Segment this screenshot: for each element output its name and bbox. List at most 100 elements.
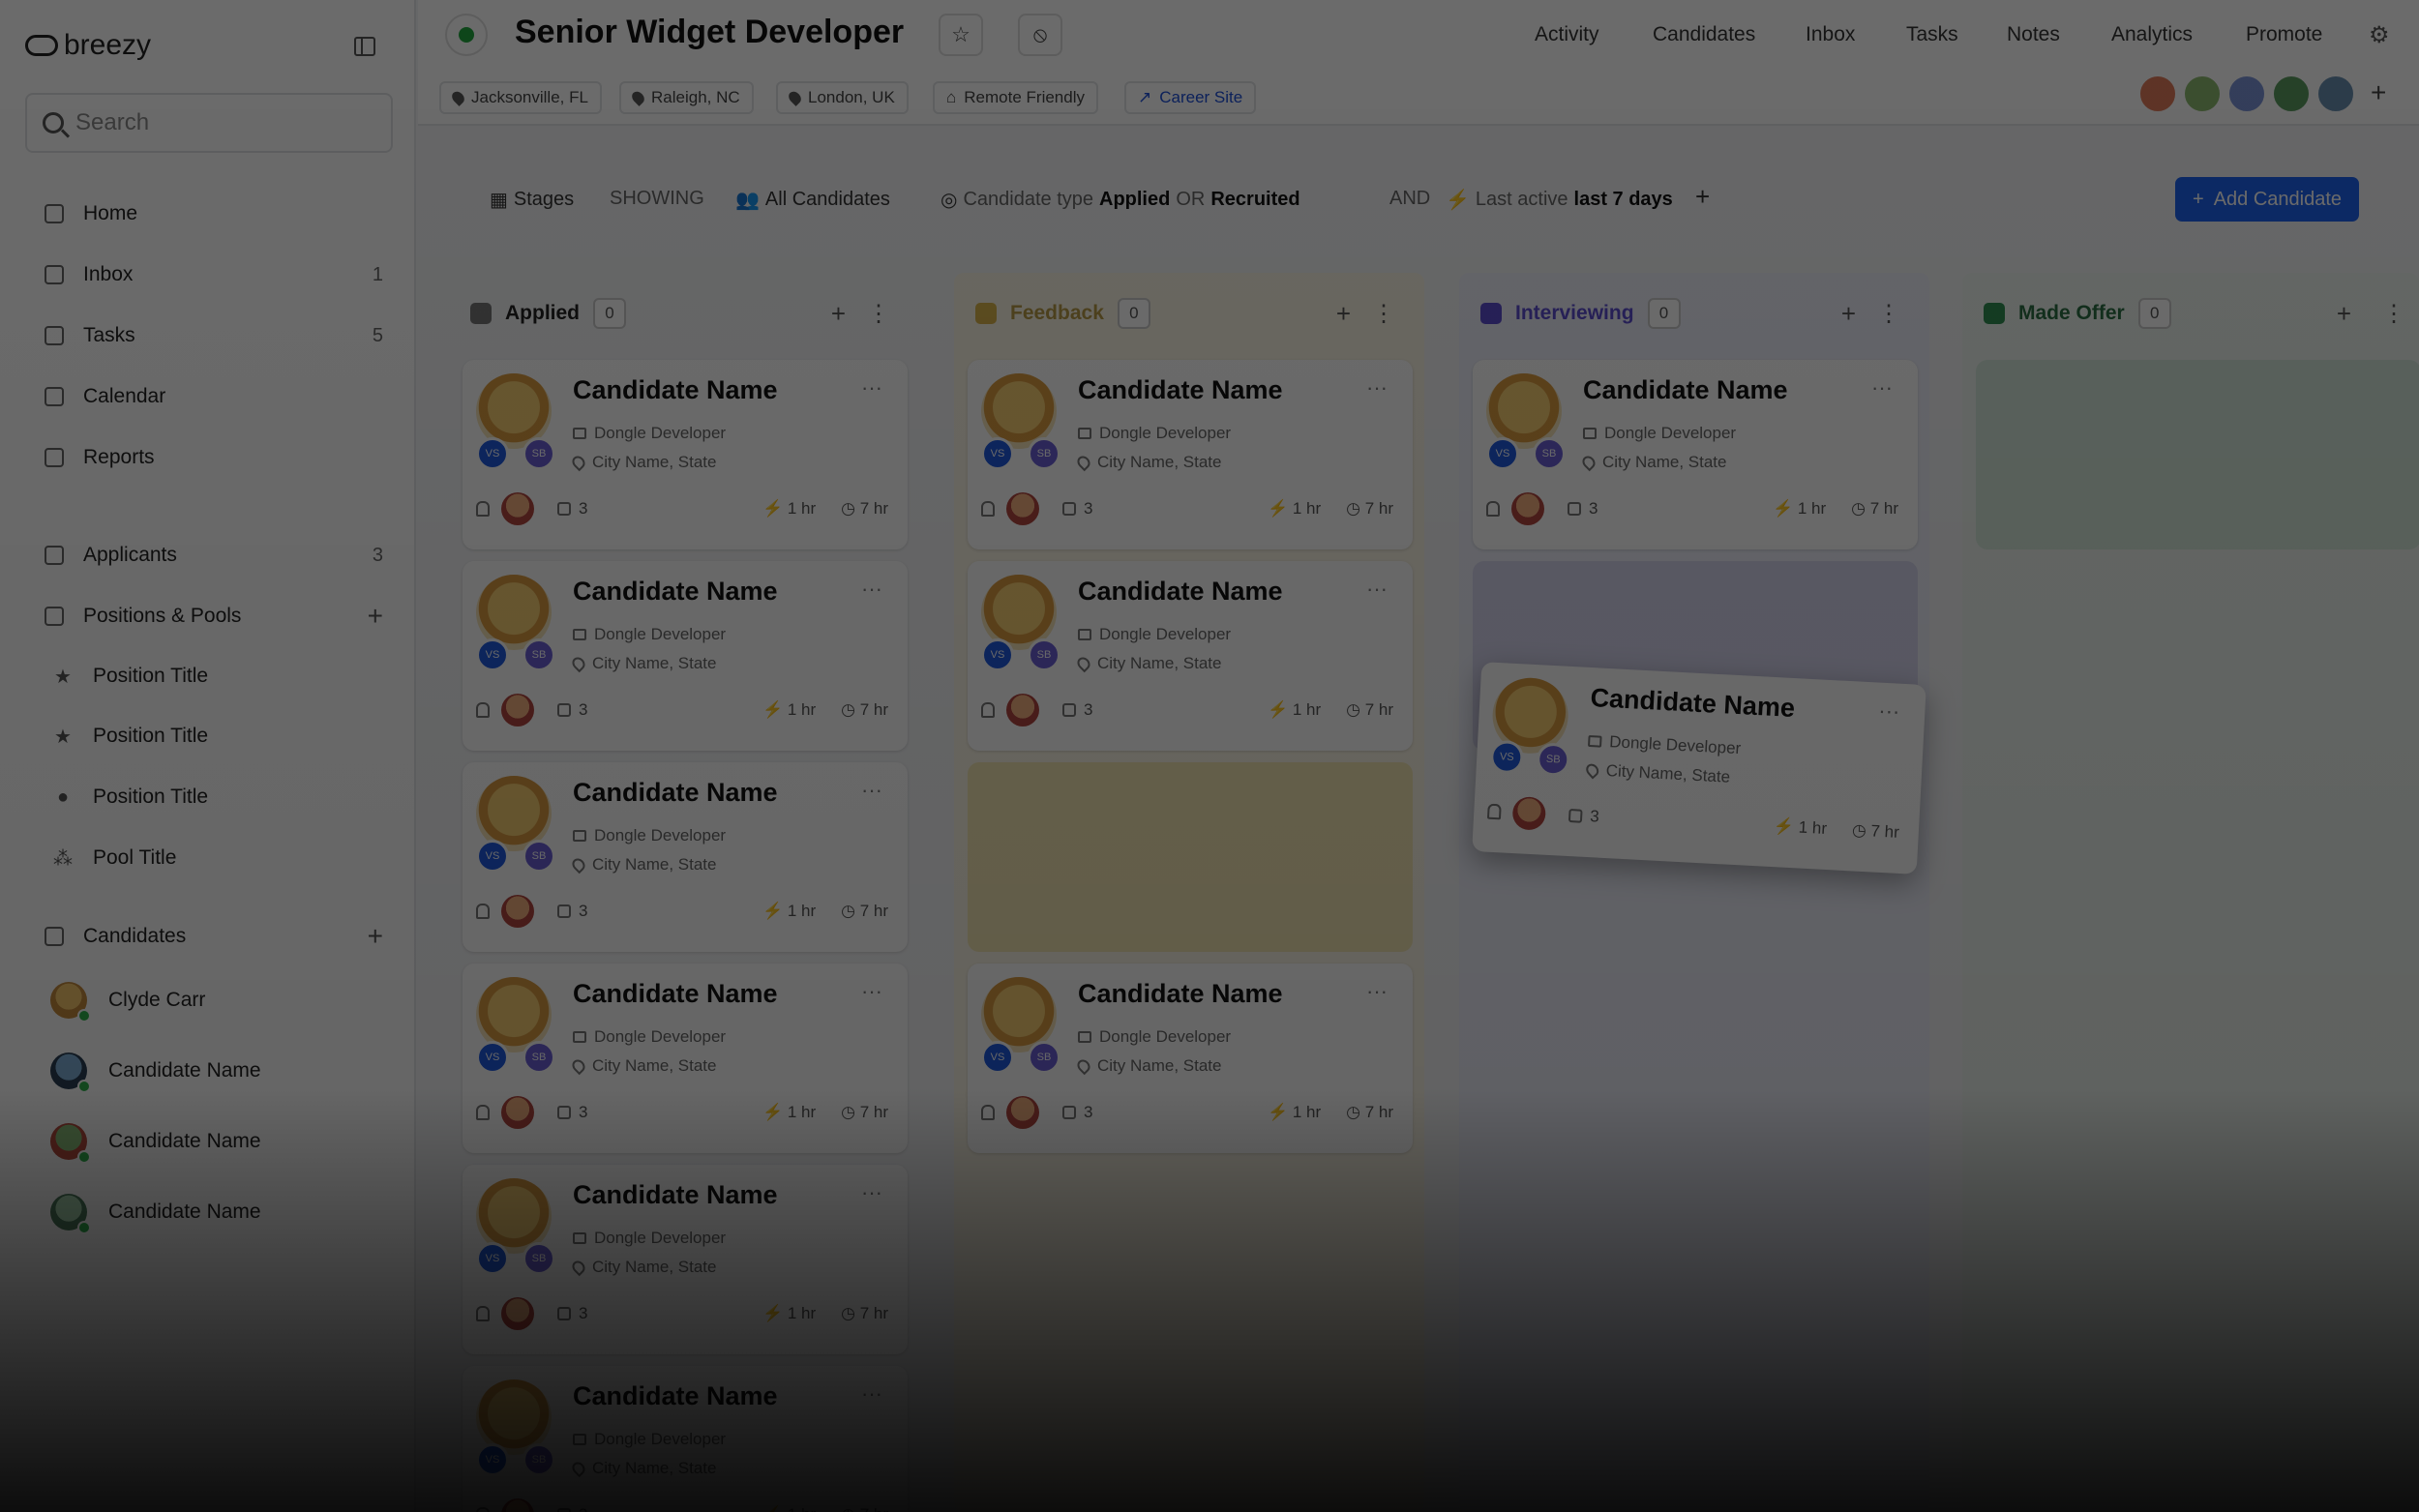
- more-horizontal-icon[interactable]: ···: [861, 778, 882, 803]
- more-vertical-icon[interactable]: ⋮: [2382, 300, 2405, 328]
- candidate-location: City Name, State: [569, 453, 717, 472]
- checkbox-icon: [557, 1508, 571, 1512]
- candidate-card[interactable]: VS SB Candidate Name ··· Dongle Develope…: [463, 964, 908, 1153]
- breezy-logo[interactable]: breezy: [25, 29, 151, 62]
- stages-filter[interactable]: ▦ Stages: [490, 188, 574, 212]
- candidate-card[interactable]: VS SB Candidate Name ··· Dongle Develope…: [463, 1165, 908, 1354]
- owner-avatar[interactable]: [501, 895, 534, 928]
- more-horizontal-icon[interactable]: ···: [861, 979, 882, 1004]
- showing-text: SHOWING: [610, 188, 704, 209]
- sidebar-position-item[interactable]: ★ Position Title: [52, 717, 372, 756]
- owner-avatar[interactable]: [501, 1096, 534, 1129]
- owner-avatar[interactable]: [501, 492, 534, 525]
- tab-activity[interactable]: Activity: [1535, 23, 1599, 46]
- owner-avatar[interactable]: [1006, 1096, 1039, 1129]
- owner-avatar[interactable]: [1511, 796, 1547, 831]
- owner-avatar[interactable]: [501, 694, 534, 726]
- location-chip[interactable]: Jacksonville, FL: [439, 81, 602, 114]
- sidebar-item-candidates[interactable]: Candidates +: [45, 917, 383, 956]
- tab-analytics[interactable]: Analytics: [2111, 23, 2193, 46]
- tab-candidates[interactable]: Candidates: [1653, 23, 1755, 46]
- more-horizontal-icon[interactable]: ···: [1871, 375, 1893, 400]
- sidebar-candidate[interactable]: Candidate Name: [50, 1119, 379, 1164]
- search-input[interactable]: [75, 109, 366, 136]
- candidate-card[interactable]: VS SB Candidate Name ··· Dongle Develope…: [463, 360, 908, 549]
- sidebar-candidate[interactable]: Clyde Carr: [50, 978, 379, 1023]
- sidebar-pool-item[interactable]: ⁂ Pool Title: [52, 839, 372, 877]
- more-vertical-icon[interactable]: ⋮: [1877, 300, 1900, 328]
- owner-avatar[interactable]: [1006, 694, 1039, 726]
- tab-inbox[interactable]: Inbox: [1806, 23, 1855, 46]
- more-horizontal-icon[interactable]: ···: [1366, 577, 1388, 602]
- sidebar-position-item[interactable]: ● Position Title: [52, 778, 372, 816]
- tab-notes[interactable]: Notes: [2007, 23, 2060, 46]
- person-icon: [981, 702, 995, 718]
- sidebar-item-positions[interactable]: Positions & Pools +: [45, 597, 383, 636]
- candidate-type-filter[interactable]: ◎ Candidate type Applied OR Recruited: [941, 188, 1300, 212]
- location-chip[interactable]: Raleigh, NC: [619, 81, 754, 114]
- task-count-text: 3: [1084, 499, 1093, 518]
- add-candidate-button[interactable]: + Add Candidate: [2175, 177, 2360, 222]
- all-candidates-filter[interactable]: 👥 All Candidates: [735, 188, 890, 212]
- more-horizontal-icon[interactable]: ···: [861, 1180, 882, 1205]
- owner-avatar[interactable]: [1511, 492, 1544, 525]
- sidebar-toggle-icon[interactable]: [354, 37, 375, 56]
- remote-chip[interactable]: ⌂ Remote Friendly: [933, 81, 1098, 114]
- sidebar-item-reports[interactable]: Reports: [45, 438, 383, 477]
- sidebar-position-item[interactable]: ★ Position Title: [52, 657, 372, 696]
- owner-avatar[interactable]: [1006, 492, 1039, 525]
- candidate-card[interactable]: VS SB Candidate Name ··· Dongle Develope…: [968, 360, 1413, 549]
- tab-promote[interactable]: Promote: [2246, 23, 2322, 46]
- sidebar-item-calendar[interactable]: Calendar: [45, 377, 383, 416]
- tab-tasks[interactable]: Tasks: [1906, 23, 1958, 46]
- task-count-text: 3: [579, 700, 588, 719]
- add-icon[interactable]: +: [1336, 299, 1351, 329]
- candidate-card[interactable]: VS SB Candidate Name ··· Dongle Develope…: [463, 561, 908, 751]
- team-avatar[interactable]: [2227, 74, 2266, 113]
- add-position-icon[interactable]: +: [368, 603, 383, 630]
- team-avatar[interactable]: [2183, 74, 2222, 113]
- add-icon[interactable]: +: [2337, 299, 2351, 329]
- candidate-card[interactable]: VS SB Candidate Name ··· Dongle Develope…: [463, 762, 908, 952]
- team-avatar[interactable]: [2272, 74, 2311, 113]
- add-filter-icon[interactable]: +: [1695, 182, 1710, 212]
- candidate-card[interactable]: VS SB Candidate Name ··· Dongle Develope…: [463, 1366, 908, 1512]
- career-site-link[interactable]: ↗ Career Site: [1124, 81, 1257, 114]
- sidebar-item-inbox[interactable]: Inbox 1: [45, 255, 383, 294]
- sidebar-item-applicants[interactable]: Applicants 3: [45, 536, 383, 575]
- notifications-off-icon[interactable]: ⦸: [1018, 14, 1062, 56]
- more-vertical-icon[interactable]: ⋮: [867, 300, 890, 328]
- sidebar-item-home[interactable]: Home: [45, 194, 383, 233]
- location-chip[interactable]: London, UK: [776, 81, 909, 114]
- sidebar-candidate[interactable]: Candidate Name: [50, 1190, 379, 1234]
- team-avatar[interactable]: [2316, 74, 2355, 113]
- sidebar-item-tasks[interactable]: Tasks 5: [45, 316, 383, 355]
- candidate-card[interactable]: VS SB Candidate Name ··· Dongle Develope…: [968, 561, 1413, 751]
- candidate-name: Clyde Carr: [108, 989, 206, 1011]
- candidate-card[interactable]: VS SB Candidate Name ··· Dongle Develope…: [968, 964, 1413, 1153]
- more-horizontal-icon[interactable]: ···: [1366, 375, 1388, 400]
- more-horizontal-icon[interactable]: ···: [861, 375, 882, 400]
- more-vertical-icon[interactable]: ⋮: [1372, 300, 1395, 328]
- position-status-icon[interactable]: [445, 14, 488, 56]
- owner-avatar[interactable]: [501, 1297, 534, 1330]
- search-box[interactable]: [25, 93, 393, 153]
- team-avatar[interactable]: [2138, 74, 2177, 113]
- more-horizontal-icon[interactable]: ···: [1366, 979, 1388, 1004]
- add-icon[interactable]: +: [1841, 299, 1856, 329]
- add-team-member-icon[interactable]: +: [2371, 77, 2386, 108]
- pool-icon: ⁂: [53, 847, 73, 870]
- last-active-filter[interactable]: ⚡ Last active last 7 days: [1417, 188, 1673, 212]
- more-horizontal-icon[interactable]: ···: [861, 1381, 882, 1407]
- add-icon[interactable]: +: [831, 299, 846, 329]
- candidate-card[interactable]: VS SB Candidate Name ··· Dongle Develope…: [1473, 360, 1918, 549]
- more-horizontal-icon[interactable]: ···: [861, 577, 882, 602]
- star-icon[interactable]: ☆: [939, 14, 983, 56]
- owner-avatar[interactable]: [501, 1498, 534, 1512]
- sidebar-candidate[interactable]: Candidate Name: [50, 1049, 379, 1093]
- dragging-candidate-card[interactable]: VS SB Candidate Name ··· Dongle Develope…: [1472, 662, 1926, 875]
- pin-icon: [1074, 654, 1093, 673]
- add-candidate-icon[interactable]: +: [368, 923, 383, 950]
- more-horizontal-icon[interactable]: ···: [1878, 698, 1900, 725]
- gear-icon[interactable]: ⚙: [2369, 21, 2390, 49]
